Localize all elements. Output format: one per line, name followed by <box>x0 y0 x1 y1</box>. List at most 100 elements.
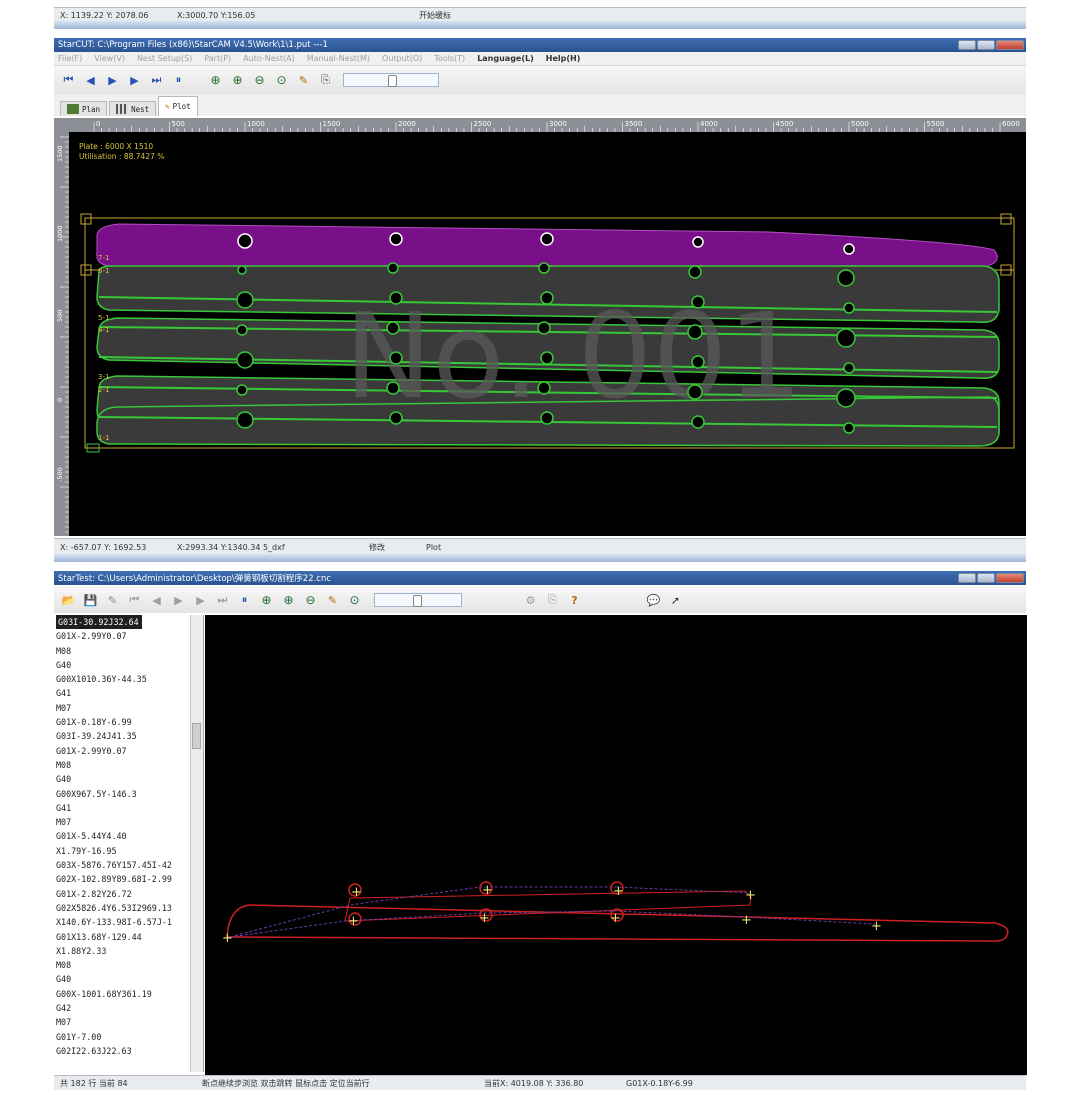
gcode-line[interactable]: G00X967.5Y-146.3 <box>54 787 190 801</box>
gcode-line-text: X140.6Y-133.98I-6.57J-1 <box>56 917 172 928</box>
zoom-window-icon[interactable]: ⊕ <box>258 592 275 609</box>
leaf-strip-red <box>344 890 752 922</box>
copy-icon[interactable]: ⎘ <box>544 592 561 609</box>
zoom-in-icon[interactable]: ⊕ <box>229 72 246 89</box>
last-step-icon[interactable]: ⏭ <box>214 592 231 609</box>
last-step-icon[interactable]: ⏭ <box>148 72 165 89</box>
gcode-line[interactable]: G01X-0.18Y-6.99 <box>54 715 190 729</box>
tab-plan[interactable]: Plan <box>60 101 108 116</box>
menu-auto-nest[interactable]: Auto-Nest(A) <box>243 54 295 63</box>
close-button[interactable] <box>996 573 1024 583</box>
maximize-button[interactable] <box>977 573 995 583</box>
pause-icon[interactable]: ⏸ <box>236 592 253 609</box>
menu-part[interactable]: Part(P) <box>204 54 231 63</box>
open-file-icon[interactable]: 📂 <box>60 592 77 609</box>
gcode-line[interactable]: G42 <box>54 1001 190 1015</box>
startest-title-bar[interactable]: StarTest: C:\Users\Administrator\Desktop… <box>54 571 1026 585</box>
zoom-all-icon[interactable]: ⊙ <box>273 72 290 89</box>
zoom-out-icon[interactable]: ⊖ <box>251 72 268 89</box>
gcode-line[interactable]: G01X-2.99Y0.07 <box>54 629 190 643</box>
menu-manual-nest[interactable]: Manual-Nest(M) <box>307 54 370 63</box>
gcode-line[interactable]: M08 <box>54 958 190 972</box>
minimize-button[interactable] <box>958 40 976 50</box>
speed-slider-knob[interactable] <box>388 75 397 87</box>
edit-icon[interactable]: ✎ <box>104 592 121 609</box>
redraw-icon[interactable]: ✎ <box>324 592 341 609</box>
gcode-line[interactable]: M07 <box>54 701 190 715</box>
gcode-line-text: G40 <box>56 974 72 985</box>
export-icon[interactable]: ⎘ <box>317 72 334 89</box>
gcode-line[interactable]: M08 <box>54 644 190 658</box>
gcode-line[interactable]: G01X-2.99Y0.07 <box>54 744 190 758</box>
menu-nest-setup[interactable]: Nest Setup(S) <box>137 54 192 63</box>
starcut-title-bar[interactable]: StarCUT: C:\Program Files (x86)\StarCAM … <box>54 38 1026 52</box>
gcode-line[interactable]: G03X-5876.76Y157.45I-42 <box>54 858 190 872</box>
redraw-icon[interactable]: ✎ <box>295 72 312 89</box>
play-icon[interactable]: ▶ <box>104 72 121 89</box>
gcode-line[interactable]: G40 <box>54 772 190 786</box>
minimize-button[interactable] <box>958 573 976 583</box>
pause-icon[interactable]: ⏸ <box>170 72 187 89</box>
menu-tools[interactable]: Tools(T) <box>434 54 465 63</box>
zoom-all-icon[interactable]: ⊙ <box>346 592 363 609</box>
save-icon[interactable]: 💾 <box>82 592 99 609</box>
menu-output[interactable]: Output(O) <box>382 54 422 63</box>
gcode-line[interactable]: X1.79Y-16.95 <box>54 844 190 858</box>
zoom-out-icon[interactable]: ⊖ <box>302 592 319 609</box>
gcode-list-pane[interactable]: G03I-30.92J32.64 G01X-2.99Y0.07 M08 G40 G00X… <box>54 615 204 1072</box>
step-forward-icon[interactable]: ▶ <box>192 592 209 609</box>
scroll-thumb[interactable] <box>192 723 201 749</box>
nest-plot-canvas[interactable]: Plate : 6000 X 1510 Utilisation : 88.742… <box>69 132 1026 536</box>
gcode-line[interactable]: G40 <box>54 972 190 986</box>
gcode-line[interactable]: G41 <box>54 801 190 815</box>
simulation-speed-slider[interactable] <box>374 593 462 607</box>
step-back-icon[interactable]: ◀ <box>82 72 99 89</box>
gcode-line[interactable]: G03I-39.24J41.35 <box>54 729 190 743</box>
play-icon[interactable]: ▶ <box>170 592 187 609</box>
simulation-canvas[interactable]: + + + + + + + + + + <box>205 615 1027 1075</box>
gcode-line[interactable]: X1.88Y2.33 <box>54 944 190 958</box>
plan-icon <box>67 104 79 114</box>
step-back-icon[interactable]: ◀ <box>148 592 165 609</box>
speed-slider[interactable] <box>343 73 439 87</box>
gcode-line[interactable]: G01X13.68Y-129.44 <box>54 930 190 944</box>
gcode-line[interactable]: G01X-5.44Y4.40 <box>54 829 190 843</box>
zoom-in-icon[interactable]: ⊕ <box>280 592 297 609</box>
step-forward-icon[interactable]: ▶ <box>126 72 143 89</box>
first-step-icon[interactable]: ⏮ <box>126 592 143 609</box>
gcode-line[interactable]: G01X-2.82Y26.72 <box>54 887 190 901</box>
menu-view[interactable]: View(V) <box>94 54 125 63</box>
gcode-line[interactable]: G03I-30.92J32.64 <box>54 615 190 630</box>
close-button[interactable] <box>996 40 1024 50</box>
comment-icon[interactable]: 💬 <box>645 592 662 609</box>
gcode-line[interactable]: G01Y-7.00 <box>54 1030 190 1044</box>
tab-plot[interactable]: ✎ Plot <box>158 96 198 116</box>
gcode-line[interactable]: G02X5826.4Y6.53I2969.13 <box>54 901 190 915</box>
first-step-icon[interactable]: ⏮ <box>60 72 77 89</box>
settings-icon[interactable]: ⚙ <box>522 592 539 609</box>
gcode-line[interactable]: G02X-102.89Y89.68I-2.99 <box>54 872 190 886</box>
gcode-line[interactable]: M07 <box>54 1015 190 1029</box>
zoom-window-icon[interactable]: ⊕ <box>207 72 224 89</box>
watermark-text: No. 001 <box>344 287 803 425</box>
gcode-line[interactable]: G00X1010.36Y-44.35 <box>54 672 190 686</box>
gcode-line[interactable]: G00X-1001.68Y361.19 <box>54 987 190 1001</box>
hole <box>540 291 554 305</box>
menu-help[interactable]: Help(H) <box>546 54 581 63</box>
tab-nest[interactable]: Nest <box>109 101 157 116</box>
gcode-line[interactable]: G40 <box>54 658 190 672</box>
gcode-line[interactable]: G41 <box>54 686 190 700</box>
gcode-line[interactable]: G02I22.63J22.63 <box>54 1044 190 1058</box>
menu-file[interactable]: File(F) <box>58 54 82 63</box>
help-icon[interactable]: ? <box>566 592 583 609</box>
gcode-line[interactable]: M08 <box>54 758 190 772</box>
pointer-icon[interactable]: ➚ <box>667 592 684 609</box>
gcode-line[interactable]: M07 <box>54 815 190 829</box>
gcode-scrollbar[interactable] <box>190 615 203 1072</box>
menu-language[interactable]: Language(L) <box>477 54 534 63</box>
gcode-line-text: G02I22.63J22.63 <box>56 1045 132 1056</box>
maximize-button[interactable] <box>977 40 995 50</box>
simulation-speed-knob[interactable] <box>413 595 422 607</box>
part-label: 6-1 <box>98 267 109 275</box>
gcode-line[interactable]: X140.6Y-133.98I-6.57J-1 <box>54 915 190 929</box>
